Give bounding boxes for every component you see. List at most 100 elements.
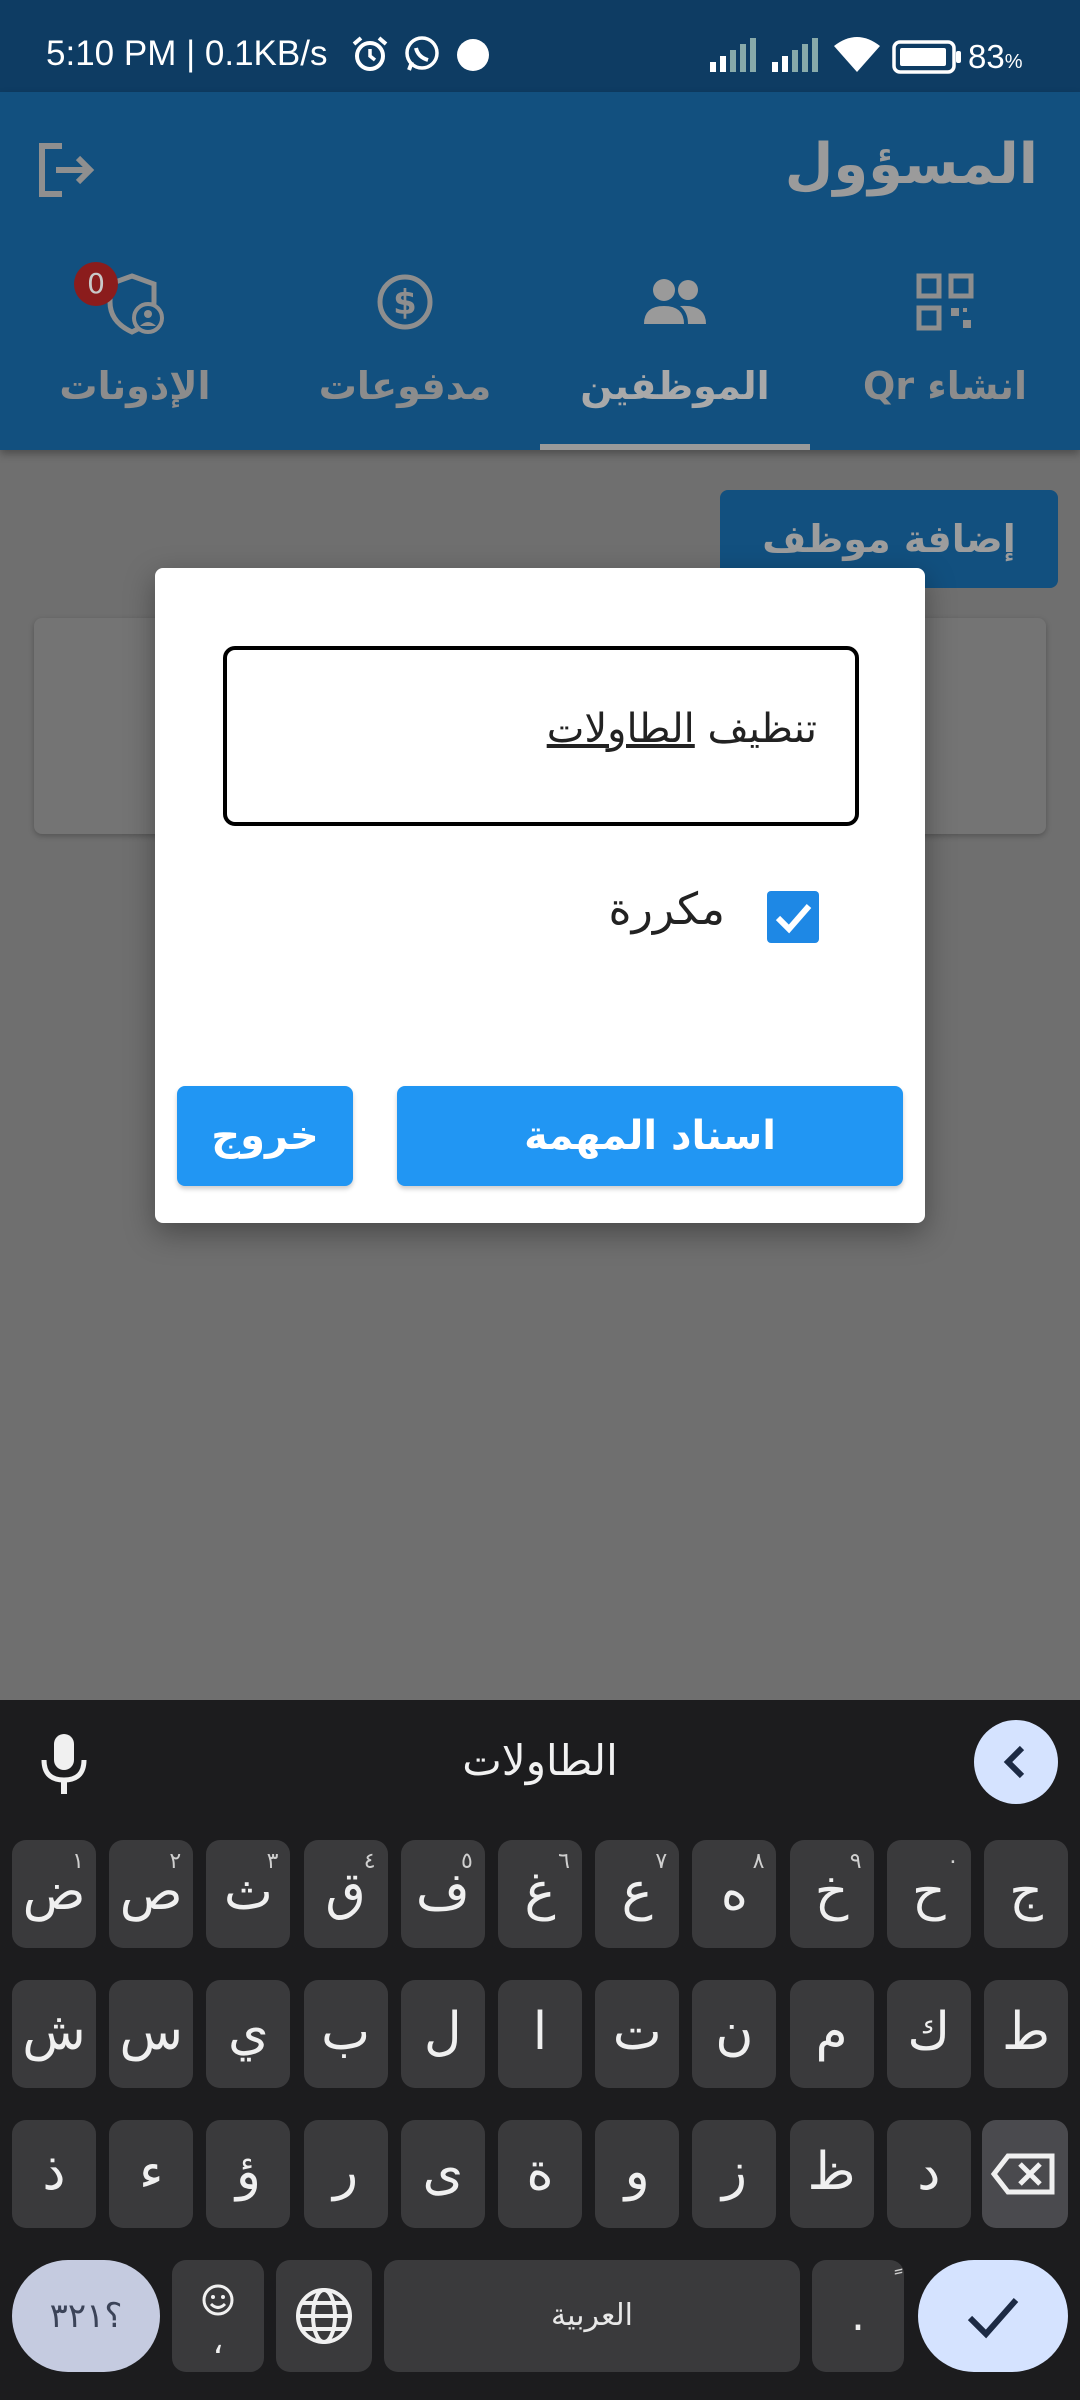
key-د[interactable]: د (886, 2120, 971, 2228)
key-char: ت (612, 2002, 662, 2062)
wifi-icon (834, 37, 880, 72)
key-ن[interactable]: ن (692, 1980, 777, 2088)
key-ة[interactable]: ة (498, 2120, 582, 2228)
key-char: د (917, 2142, 941, 2202)
assign-task-dialog: تنظيف الطاولات مكررة اسناد المهمة خروج (155, 568, 925, 1223)
task-word-2: الطاولات (546, 706, 695, 752)
period-key[interactable]: . ً (812, 2260, 904, 2372)
svg-text:$: $ (393, 283, 417, 323)
key-ط[interactable]: ط (984, 1980, 1068, 2088)
key-خ[interactable]: خ٩ (789, 1840, 874, 1948)
app-bar: المسؤول انشاء Qr الموظفين $ مدفوعات الإذ… (0, 92, 1080, 450)
assign-task-button[interactable]: اسناد المهمة (397, 1086, 903, 1186)
backspace-key[interactable] (982, 2120, 1068, 2228)
key-ه[interactable]: ه٨ (692, 1840, 777, 1948)
signal-icon (710, 38, 756, 72)
key-char: ط (1001, 2002, 1051, 2062)
repeat-label: مكررة (608, 884, 725, 935)
key-char: ق (325, 1862, 366, 1922)
key-hint: ٥ (460, 1849, 473, 1874)
key-ؤ[interactable]: ؤ (206, 2120, 291, 2228)
key-hint: ٩ (849, 1849, 862, 1874)
key-غ[interactable]: غ٦ (498, 1840, 582, 1948)
emoji-key[interactable]: ، (172, 2260, 264, 2372)
key-hint: ٢ (169, 1849, 182, 1874)
key-ج[interactable]: ج (984, 1840, 1068, 1948)
key-char: ؤ (235, 2142, 261, 2202)
logout-icon[interactable] (34, 138, 98, 202)
key-char: ن (715, 2002, 754, 2062)
key-hint: ٤ (363, 1849, 376, 1874)
key-ص[interactable]: ص٢ (109, 1840, 194, 1948)
permissions-badge: 0 (74, 262, 118, 306)
key-hint: ٧ (655, 1849, 668, 1874)
key-ض[interactable]: ض١ (12, 1840, 96, 1948)
checkmark-icon (967, 2298, 1019, 2339)
chevron-left-icon (1003, 1745, 1025, 1779)
tab-employees[interactable]: الموظفين (540, 242, 810, 450)
key-char: ء (138, 2142, 164, 2202)
task-input-value: تنظيف الطاولات (547, 706, 817, 752)
check-icon (775, 904, 812, 934)
key-hint: ٨ (752, 1849, 765, 1874)
key-char: و (624, 2142, 650, 2202)
key-char: ظ (807, 2142, 856, 2202)
key-char: ش (22, 2002, 86, 2062)
key-char: غ (524, 1862, 556, 1922)
key-ق[interactable]: ق٤ (303, 1840, 388, 1948)
key-ر[interactable]: ر (303, 2120, 388, 2228)
task-input[interactable]: تنظيف الطاولات (223, 646, 859, 826)
key-ش[interactable]: ش (12, 1980, 96, 2088)
exit-button[interactable]: خروج (177, 1086, 353, 1186)
tab-indicator (540, 444, 810, 450)
key-و[interactable]: و (595, 2120, 680, 2228)
tab-label: مدفوعات (318, 364, 492, 408)
key-ع[interactable]: ع٧ (595, 1840, 680, 1948)
key-ل[interactable]: ل (400, 1980, 485, 2088)
key-ء[interactable]: ء (109, 2120, 194, 2228)
microphone-icon[interactable] (36, 1730, 92, 1800)
tab-label: الإذونات (59, 364, 211, 408)
key-ت[interactable]: ت (595, 1980, 680, 2088)
battery-icon (892, 40, 961, 74)
key-ك[interactable]: ك (886, 1980, 971, 2088)
backspace-icon (990, 2153, 1055, 2195)
tab-create-qr[interactable]: انشاء Qr (810, 242, 1080, 450)
key-char: ي (228, 2002, 269, 2062)
period-label: . (851, 2290, 865, 2341)
key-char: ل (423, 2002, 462, 2062)
key-ى[interactable]: ى (400, 2120, 485, 2228)
dollar-icon: $ (377, 274, 433, 330)
key-ذ[interactable]: ذ (12, 2120, 96, 2228)
collapse-keyboard-button[interactable] (974, 1720, 1058, 1804)
alarm-icon (352, 36, 388, 71)
key-char: ا (532, 2002, 548, 2062)
key-ب[interactable]: ب (303, 1980, 388, 2088)
key-ث[interactable]: ث٣ (206, 1840, 291, 1948)
key-char: ة (526, 2142, 554, 2202)
key-ف[interactable]: ف٥ (400, 1840, 485, 1948)
globe-icon (296, 2288, 352, 2344)
key-م[interactable]: م (789, 1980, 874, 2088)
tab-payments[interactable]: $ مدفوعات (270, 242, 540, 450)
key-hint: ٣ (266, 1849, 279, 1874)
key-ح[interactable]: ح٠ (886, 1840, 971, 1948)
key-س[interactable]: س (109, 1980, 194, 2088)
key-ز[interactable]: ز (692, 2120, 777, 2228)
key-char: س (119, 2002, 183, 2062)
key-char: ه (720, 1862, 749, 1922)
enter-key[interactable] (918, 2260, 1068, 2372)
space-key[interactable]: العربية (384, 2260, 800, 2372)
key-ظ[interactable]: ظ (789, 2120, 874, 2228)
numbers-key[interactable]: ؟٣٢١ (12, 2260, 160, 2372)
repeat-checkbox[interactable] (767, 891, 819, 943)
suggestion-word[interactable]: الطاولات (340, 1736, 740, 1785)
signal-icon-2 (772, 38, 818, 72)
status-time-speed: 5:10 PM | 0.1KB/s (46, 34, 328, 73)
people-icon (644, 279, 706, 324)
tab-permissions[interactable]: الإذونات (0, 242, 270, 450)
status-bar: 5:10 PM | 0.1KB/s 83% (0, 0, 1080, 92)
language-key[interactable] (276, 2260, 372, 2372)
key-ي[interactable]: ي (206, 1980, 291, 2088)
key-ا[interactable]: ا (498, 1980, 582, 2088)
